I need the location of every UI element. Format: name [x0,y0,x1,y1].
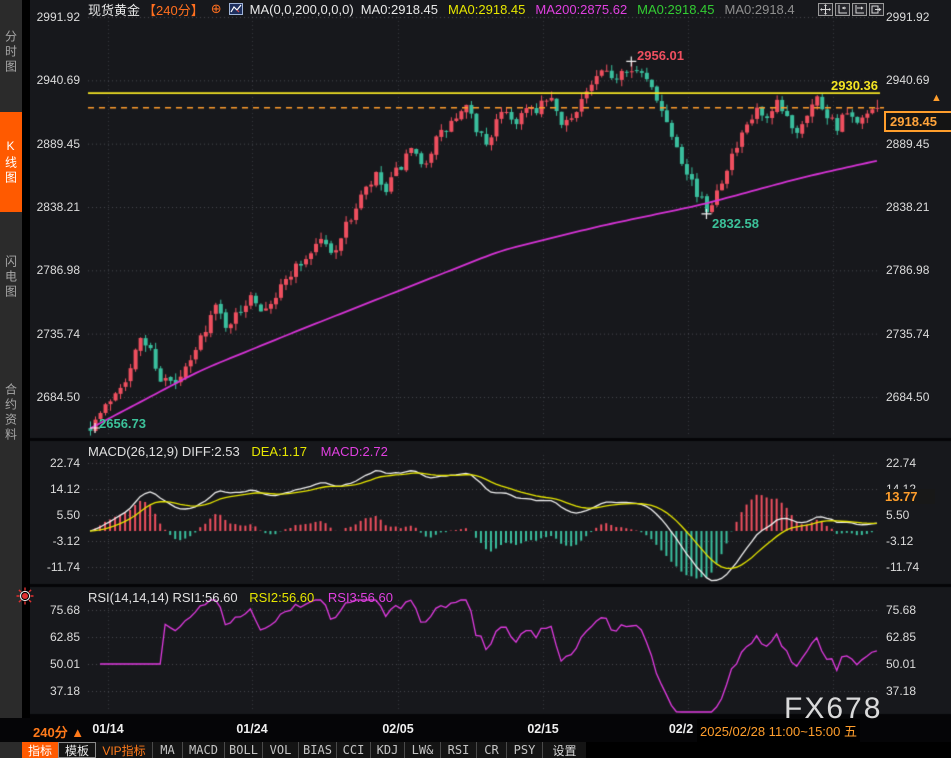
alert-blink-icon[interactable] [15,586,35,611]
macd-tick-left: -11.74 [34,560,80,574]
date-tick: 01/24 [236,722,267,736]
indicator-toolbar: 指标模板VIP指标MAMACDBOLLVOLBIASCCIKDJLW&RSICR… [22,742,586,758]
ma-value: MA0:2918.45 [361,2,438,17]
price-tick-right: 2991.92 [886,10,946,24]
price-tick-left: 2889.45 [34,137,80,151]
btn-psy[interactable]: PSY [506,742,542,758]
start-low-label: 2656.73 [99,416,146,431]
btn-settings[interactable]: 设置 [542,742,586,758]
last-price-box: 2918.45 [884,111,951,132]
macd-tick-right: 22.74 [886,456,946,470]
period-selector[interactable]: 240分 ▲ [33,722,84,741]
btn-lwr[interactable]: LW& [404,742,440,758]
sidebar-tab-label: K线图 [3,139,20,186]
price-tick-right: 2684.50 [886,390,946,404]
btn-macd[interactable]: MACD [182,742,224,758]
sidebar-tab-lightning-chart[interactable]: 闪电图 [0,226,22,328]
price-tick-right: 2889.45 [886,137,946,151]
add-compare-icon[interactable]: ⊕ [211,1,222,17]
price-tick-left: 2735.74 [34,327,80,341]
macd-tick-left: -3.12 [34,534,80,548]
macd-title: MACD(26,12,9) DIFF:2.53 [88,444,240,459]
rsi-tick-right: 62.85 [886,630,946,644]
sidebar-tab-label: 分时图 [3,30,20,75]
macd-tick-left: 22.74 [34,456,80,470]
rsi-tick-right: 75.68 [886,603,946,617]
rsi-tick-right: 37.18 [886,684,946,698]
sidebar-tab-label: 合约资料 [3,383,20,443]
price-tick-left: 2838.21 [34,200,80,214]
sidebar-tab-time-chart[interactable]: 分时图 [0,6,22,98]
btn-bias[interactable]: BIAS [298,742,336,758]
rsi-tick-left: 75.68 [34,603,80,617]
rsi2-value: RSI2:56.60 [249,590,314,605]
ma-value: MA0:2918.45 [448,2,525,17]
chart-tools [818,3,884,16]
scale-right-icon[interactable] [852,3,867,16]
btn-cci[interactable]: CCI [336,742,370,758]
ma-value: MA0:2918.4 [725,2,795,17]
alert-line-label: 2930.36 [800,78,878,93]
pan-right-icon[interactable] [869,3,884,16]
macd-tick-right: -3.12 [886,534,946,548]
rsi-tick-left: 62.85 [34,630,80,644]
btn-boll[interactable]: BOLL [224,742,262,758]
chart-header: 现货黄金 【240分】 ⊕ MA(0,0,200,0,0,0) MA0:2918… [88,1,805,17]
sidebar: 分时图 K线图 闪电图 合约资料 [0,0,22,758]
price-tick-right: 2940.69 [886,73,946,87]
rsi-tick-left: 37.18 [34,684,80,698]
rsi-title: RSI(14,14,14) RSI1:56.60 [88,590,238,605]
btn-ma[interactable]: MA [152,742,182,758]
price-tick-right: 2735.74 [886,327,946,341]
ma-values: MA0:2918.45 MA0:2918.45 MA200:2875.62 MA0:2… [361,2,805,17]
rsi3-value: RSI3:56.60 [328,590,393,605]
ma-value: MA200:2875.62 [535,2,627,17]
sidebar-tab-kline-chart[interactable]: K线图 [0,112,22,212]
date-tick: 01/14 [92,722,123,736]
price-up-arrow-icon: ▲ [931,92,942,104]
crosshair-move-icon[interactable] [818,3,833,16]
macd-header: MACD(26,12,9) DIFF:2.53 DEA:1.17 MACD:2.… [88,444,388,459]
btn-vol[interactable]: VOL [262,742,298,758]
period-badge: 【240分】 [143,0,204,19]
price-tick-left: 2786.98 [34,263,80,277]
scale-left-icon[interactable] [835,3,850,16]
date-tick: 02/05 [382,722,413,736]
sidebar-tab-label: 闪电图 [3,255,20,300]
price-tick-right: 2838.21 [886,200,946,214]
price-chart-canvas[interactable] [30,0,951,718]
ma-value: MA0:2918.45 [637,2,714,17]
sidebar-tab-contract-info[interactable]: 合约资料 [0,341,22,485]
btn-rsi[interactable]: RSI [440,742,476,758]
macd-dea-value: DEA:1.17 [251,444,307,459]
macd-current-value: 13.77 [885,489,935,504]
btn-kdj[interactable]: KDJ [370,742,404,758]
rsi-header: RSI(14,14,14) RSI1:56.60 RSI2:56.60 RSI3… [88,590,393,605]
btn-indicator[interactable]: 指标 [22,742,58,758]
btn-template[interactable]: 模板 [58,742,96,758]
rsi-tick-right: 50.01 [886,657,946,671]
swing-high-label: 2956.01 [637,48,684,63]
macd-tick-left: 5.50 [34,508,80,522]
btn-vip-indicator[interactable]: VIP指标 [96,742,152,758]
macd-tick-right: -11.74 [886,560,946,574]
macd-macd-value: MACD:2.72 [321,444,388,459]
trading-app-window: 分时图 K线图 闪电图 合约资料 现货黄金 【240分】 ⊕ MA(0,0,20… [0,0,951,758]
date-tick: 02/15 [527,722,558,736]
macd-tick-left: 14.12 [34,482,80,496]
macd-tick-right: 5.50 [886,508,946,522]
pullback-low-label: 2832.58 [712,216,759,231]
rsi-tick-left: 50.01 [34,657,80,671]
price-tick-left: 2991.92 [34,10,80,24]
date-tick: 02/2 [669,722,693,736]
symbol-name: 现货黄金 [88,0,140,19]
watermark-logo: FX678 [784,692,882,726]
price-tick-left: 2940.69 [34,73,80,87]
price-tick-right: 2786.98 [886,263,946,277]
btn-cr[interactable]: CR [476,742,506,758]
chart-type-icon[interactable] [229,3,243,15]
ma-settings: MA(0,0,200,0,0,0) [250,2,354,17]
price-tick-left: 2684.50 [34,390,80,404]
